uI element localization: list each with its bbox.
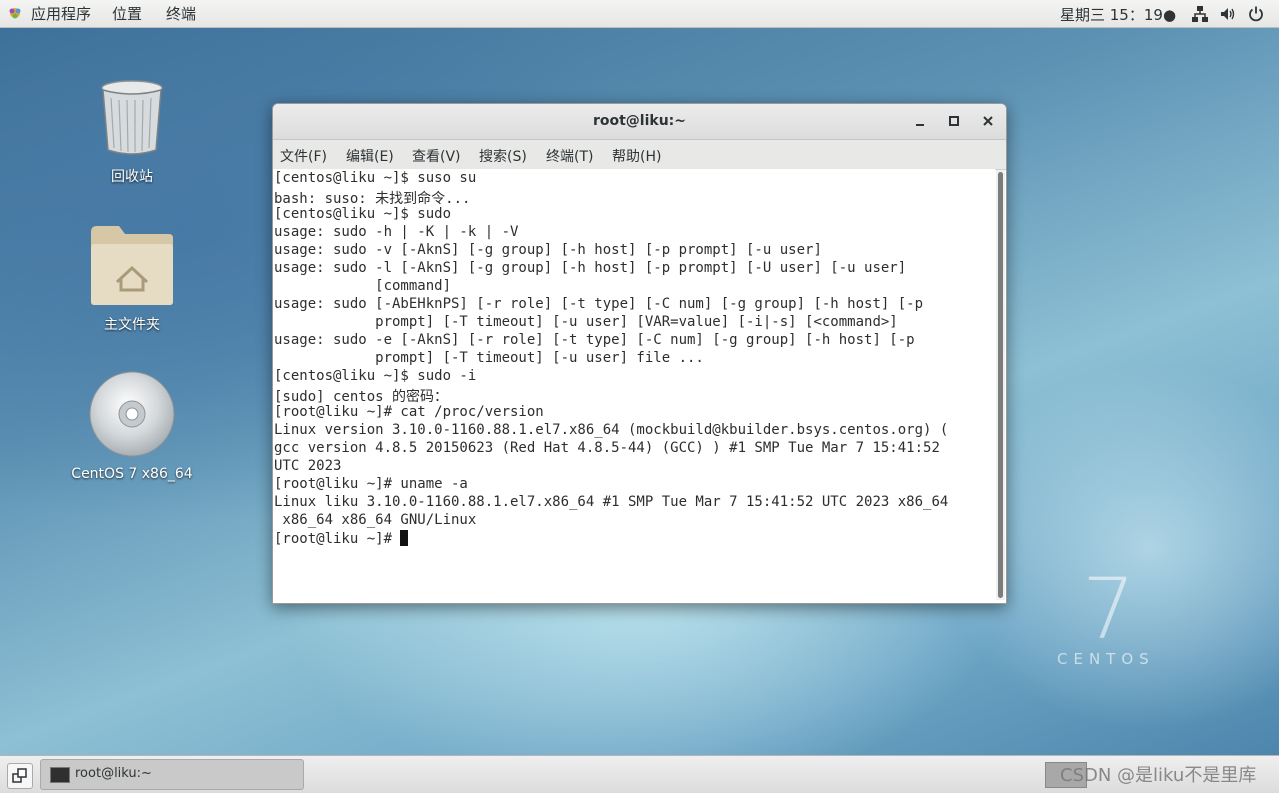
terminal-line: [sudo] centos 的密码： bbox=[274, 389, 449, 405]
terminal-menu[interactable]: 终端 bbox=[166, 3, 196, 24]
scrollbar-thumb[interactable] bbox=[998, 172, 1003, 598]
terminal-output[interactable]: [centos@liku ~]$ suso su bash: suso: 未找到… bbox=[273, 169, 995, 603]
menu-file[interactable]: 文件(F) bbox=[280, 146, 327, 166]
terminal-line: Linux version 3.10.0-1160.88.1.el7.x86_6… bbox=[274, 422, 949, 438]
show-desktop-icon bbox=[12, 768, 27, 783]
taskbar-item-label: root@liku:~ bbox=[75, 766, 152, 781]
terminal-line: usage: sudo -h | -K | -k | -V bbox=[274, 224, 519, 240]
menu-help[interactable]: 帮助(H) bbox=[612, 146, 661, 166]
trash-icon bbox=[101, 80, 163, 155]
disc-icon bbox=[89, 371, 175, 457]
terminal-line: prompt] [-T timeout] [-u user] file ... bbox=[274, 350, 704, 366]
terminal-prompt: [root@liku ~]# bbox=[274, 531, 401, 547]
desktop-icon-label: 主文件夹 bbox=[104, 317, 160, 333]
clock[interactable]: 星期三 15：19● bbox=[1060, 4, 1176, 25]
menu-edit[interactable]: 编辑(E) bbox=[346, 146, 394, 166]
terminal-window[interactable]: root@liku:~ 文件(F) 编辑(E) 查看(V) 搜索(S) 终端(T… bbox=[272, 103, 1007, 604]
desktop-icon-home[interactable]: 主文件夹 bbox=[62, 224, 202, 334]
applications-menu[interactable]: 应用程序 bbox=[31, 3, 91, 24]
terminal-prompt-line[interactable]: [root@liku ~]# bbox=[274, 530, 409, 547]
text-cursor bbox=[400, 530, 409, 546]
menu-terminal[interactable]: 终端(T) bbox=[546, 146, 593, 166]
taskbar-item-terminal[interactable]: root@liku:~ bbox=[40, 759, 304, 790]
maximize-button[interactable] bbox=[944, 112, 964, 132]
power-icon[interactable] bbox=[1247, 5, 1265, 23]
terminal-line: UTC 2023 bbox=[274, 458, 342, 474]
terminal-scrollbar[interactable] bbox=[996, 170, 1005, 600]
terminal-line: prompt] [-T timeout] [-u user] [VAR=valu… bbox=[274, 314, 898, 330]
window-titlebar[interactable]: root@liku:~ bbox=[273, 104, 1006, 140]
centos-brand-text: CENTOS bbox=[1057, 650, 1155, 668]
terminal-line: x86_64 x86_64 GNU/Linux bbox=[274, 512, 477, 528]
minimize-icon bbox=[916, 124, 924, 126]
network-icon[interactable] bbox=[1191, 5, 1209, 23]
terminal-line: usage: sudo -v [-AknS] [-g group] [-h ho… bbox=[274, 242, 822, 258]
desktop-icon-cdrom[interactable]: CentOS 7 x86_64 bbox=[62, 370, 202, 482]
desktop-icon-label: CentOS 7 x86_64 bbox=[71, 466, 193, 482]
desktop-icon-label: 回收站 bbox=[111, 169, 153, 185]
places-menu[interactable]: 位置 bbox=[112, 3, 142, 24]
show-desktop-button[interactable] bbox=[7, 763, 33, 789]
menu-view[interactable]: 查看(V) bbox=[412, 146, 461, 166]
terminal-line: usage: sudo -e [-AknS] [-r role] [-t typ… bbox=[274, 332, 915, 348]
terminal-line: [root@liku ~]# cat /proc/version bbox=[274, 404, 544, 420]
menu-search[interactable]: 搜索(S) bbox=[479, 146, 527, 166]
applications-icon bbox=[9, 8, 21, 19]
csdn-watermark: CSDN @是liku不是里库 bbox=[1060, 765, 1257, 786]
minimize-button[interactable] bbox=[910, 112, 930, 132]
terminal-line: usage: sudo [-AbEHknPS] [-r role] [-t ty… bbox=[274, 296, 924, 312]
window-title: root@liku:~ bbox=[592, 113, 687, 129]
desktop-icon-trash[interactable]: 回收站 bbox=[62, 78, 202, 186]
terminal-line: Linux liku 3.10.0-1160.88.1.el7.x86_64 #… bbox=[274, 494, 949, 510]
volume-icon[interactable] bbox=[1219, 5, 1237, 23]
terminal-icon bbox=[50, 767, 70, 783]
maximize-icon bbox=[949, 116, 959, 126]
centos-brand-number: 7 bbox=[1082, 560, 1136, 658]
top-panel: 应用程序 位置 终端 星期三 15：19● bbox=[0, 0, 1279, 28]
terminal-line: [centos@liku ~]$ suso su bbox=[274, 170, 477, 186]
terminal-line: [root@liku ~]# uname -a bbox=[274, 476, 468, 492]
home-folder-icon bbox=[91, 226, 173, 305]
window-menubar: 文件(F) 编辑(E) 查看(V) 搜索(S) 终端(T) 帮助(H) bbox=[273, 140, 1006, 170]
terminal-line: [command] bbox=[274, 278, 452, 294]
terminal-line: gcc version 4.8.5 20150623 (Red Hat 4.8.… bbox=[274, 440, 940, 456]
close-icon bbox=[983, 116, 993, 126]
terminal-line: usage: sudo -l [-AknS] [-g group] [-h ho… bbox=[274, 260, 907, 276]
terminal-line: [centos@liku ~]$ sudo bbox=[274, 206, 452, 222]
terminal-line: bash: suso: 未找到命令... bbox=[274, 191, 471, 207]
terminal-line: [centos@liku ~]$ sudo -i bbox=[274, 368, 477, 384]
close-button[interactable] bbox=[978, 112, 998, 132]
